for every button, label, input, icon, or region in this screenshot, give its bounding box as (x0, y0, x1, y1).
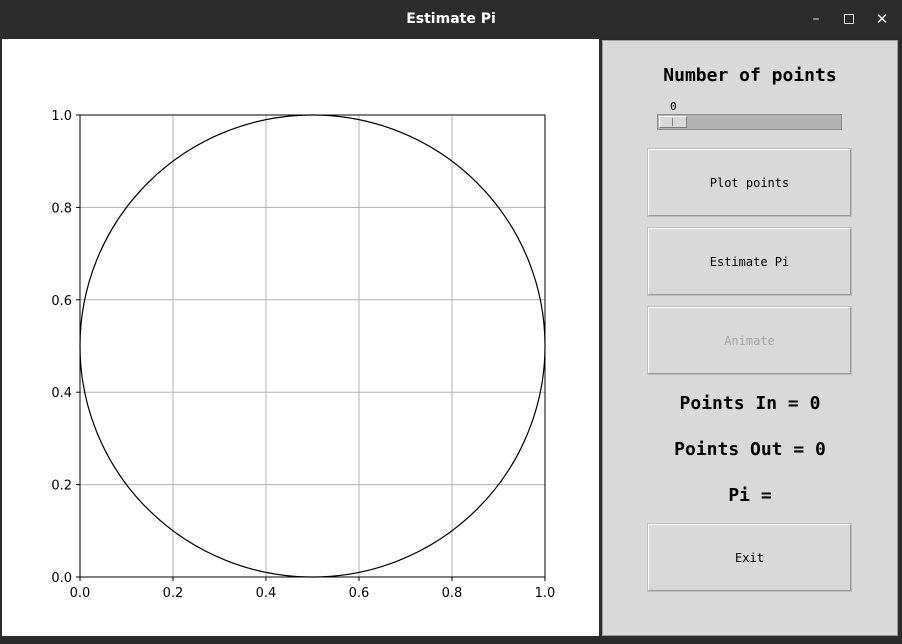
control-panel: Number of points 0 Plot points Estimate … (602, 40, 898, 636)
points-in-label: Points In = 0 (679, 393, 821, 414)
x-tick-label: 0.0 (70, 586, 91, 601)
x-tick-label: 0.8 (442, 586, 463, 601)
window-title: Estimate Pi (406, 11, 496, 27)
pi-plot: 0.0 0.2 0.4 0.6 0.8 1.0 0.0 0.2 0.4 0.6 0.8 1.0 (51, 109, 556, 601)
plot-points-button[interactable]: Plot points (647, 148, 852, 217)
x-tick-label: 1.0 (535, 586, 556, 601)
points-slider[interactable] (657, 114, 842, 130)
y-tick-label: 0.2 (51, 479, 72, 494)
estimate-pi-button[interactable]: Estimate Pi (647, 227, 852, 296)
animate-button: Animate (647, 306, 852, 375)
close-icon[interactable]: ✕ (872, 9, 892, 29)
points-out-label: Points Out = 0 (674, 439, 826, 460)
y-tick-label: 1.0 (51, 109, 72, 124)
y-tick-label: 0.4 (51, 386, 72, 401)
number-of-points-label: Number of points (663, 65, 837, 86)
x-tick-label: 0.6 (349, 586, 370, 601)
pi-label: Pi = (728, 485, 772, 506)
y-tick-label: 0.6 (51, 294, 72, 309)
x-tick-label: 0.4 (256, 586, 277, 601)
maximize-icon[interactable] (839, 9, 859, 29)
y-tick-label: 0.0 (51, 571, 72, 586)
axes-frame (79, 114, 546, 578)
plot-area: 0.0 0.2 0.4 0.6 0.8 1.0 0.0 0.2 0.4 0.6 0.8 1.0 (2, 39, 599, 636)
exit-button[interactable]: Exit (647, 523, 852, 592)
minimize-icon[interactable]: – (806, 9, 826, 29)
title-bar: Estimate Pi – ✕ (0, 0, 902, 38)
slider-handle[interactable] (659, 116, 687, 128)
unit-circle (79, 114, 546, 578)
y-tick-label: 0.8 (51, 201, 72, 216)
slider-value: 0 (670, 100, 677, 113)
x-tick-label: 0.2 (163, 586, 184, 601)
